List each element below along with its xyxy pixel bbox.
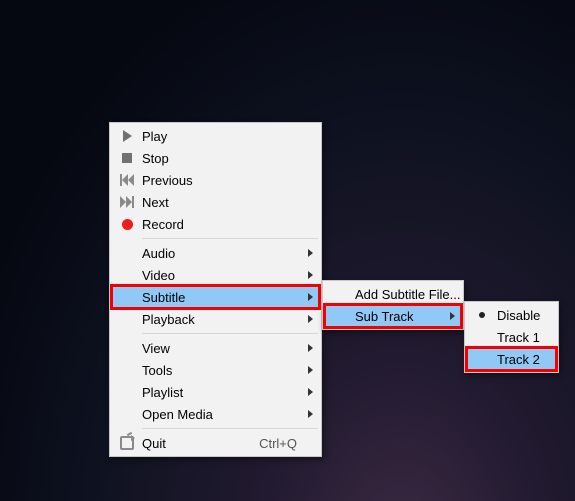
menu-separator [142,238,318,239]
menu-label: Video [142,268,297,283]
menu-label: Record [142,217,297,232]
submenu-arrow-icon [308,271,313,279]
menu-item-playback[interactable]: Playback [112,308,319,330]
menu-label: Open Media [142,407,297,422]
subtitle-submenu: Add Subtitle File... Sub Track [322,280,464,330]
record-icon [112,219,142,230]
menu-label: Previous [142,173,297,188]
radio-selected-icon [467,312,497,318]
menu-separator [142,428,318,429]
menu-item-next[interactable]: Next [112,191,319,213]
stop-icon [112,153,142,163]
menu-label: Next [142,195,297,210]
menu-label: Playlist [142,385,297,400]
next-icon [112,196,142,208]
submenu-arrow-icon [308,249,313,257]
quit-icon [112,436,142,450]
submenu-arrow-icon [308,293,313,301]
menu-item-add-subtitle-file[interactable]: Add Subtitle File... [325,283,461,305]
menu-item-disable-subtitle[interactable]: Disable [467,304,556,326]
menu-label: View [142,341,297,356]
submenu-arrow-icon [308,388,313,396]
menu-separator [142,333,318,334]
submenu-arrow-icon [450,312,455,320]
submenu-arrow-icon [308,344,313,352]
context-menu: Play Stop Previous Next Record Audio Vid… [109,122,322,457]
menu-item-track-1[interactable]: Track 1 [467,326,556,348]
menu-label: Subtitle [142,290,297,305]
menu-item-video[interactable]: Video [112,264,319,286]
menu-label: Add Subtitle File... [355,287,461,302]
play-icon [112,130,142,142]
menu-item-track-2[interactable]: Track 2 [467,348,556,370]
menu-item-record[interactable]: Record [112,213,319,235]
menu-item-sub-track[interactable]: Sub Track [325,305,461,327]
menu-label: Tools [142,363,297,378]
menu-item-view[interactable]: View [112,337,319,359]
menu-item-playlist[interactable]: Playlist [112,381,319,403]
menu-label: Sub Track [355,309,439,324]
submenu-arrow-icon [308,315,313,323]
menu-label: Audio [142,246,297,261]
submenu-arrow-icon [308,410,313,418]
menu-item-tools[interactable]: Tools [112,359,319,381]
menu-item-audio[interactable]: Audio [112,242,319,264]
previous-icon [112,174,142,186]
menu-label: Track 2 [497,352,540,367]
menu-label: Track 1 [497,330,540,345]
subtrack-submenu: Disable Track 1 Track 2 [464,301,559,373]
menu-item-stop[interactable]: Stop [112,147,319,169]
menu-item-subtitle[interactable]: Subtitle [112,286,319,308]
menu-item-open-media[interactable]: Open Media [112,403,319,425]
submenu-arrow-icon [308,366,313,374]
menu-label: Stop [142,151,297,166]
menu-label: Playback [142,312,297,327]
menu-label: Play [142,129,297,144]
menu-item-quit[interactable]: Quit Ctrl+Q [112,432,319,454]
menu-label: Quit [142,436,247,451]
menu-label: Disable [497,308,540,323]
menu-shortcut: Ctrl+Q [259,436,297,451]
menu-item-previous[interactable]: Previous [112,169,319,191]
menu-item-play[interactable]: Play [112,125,319,147]
